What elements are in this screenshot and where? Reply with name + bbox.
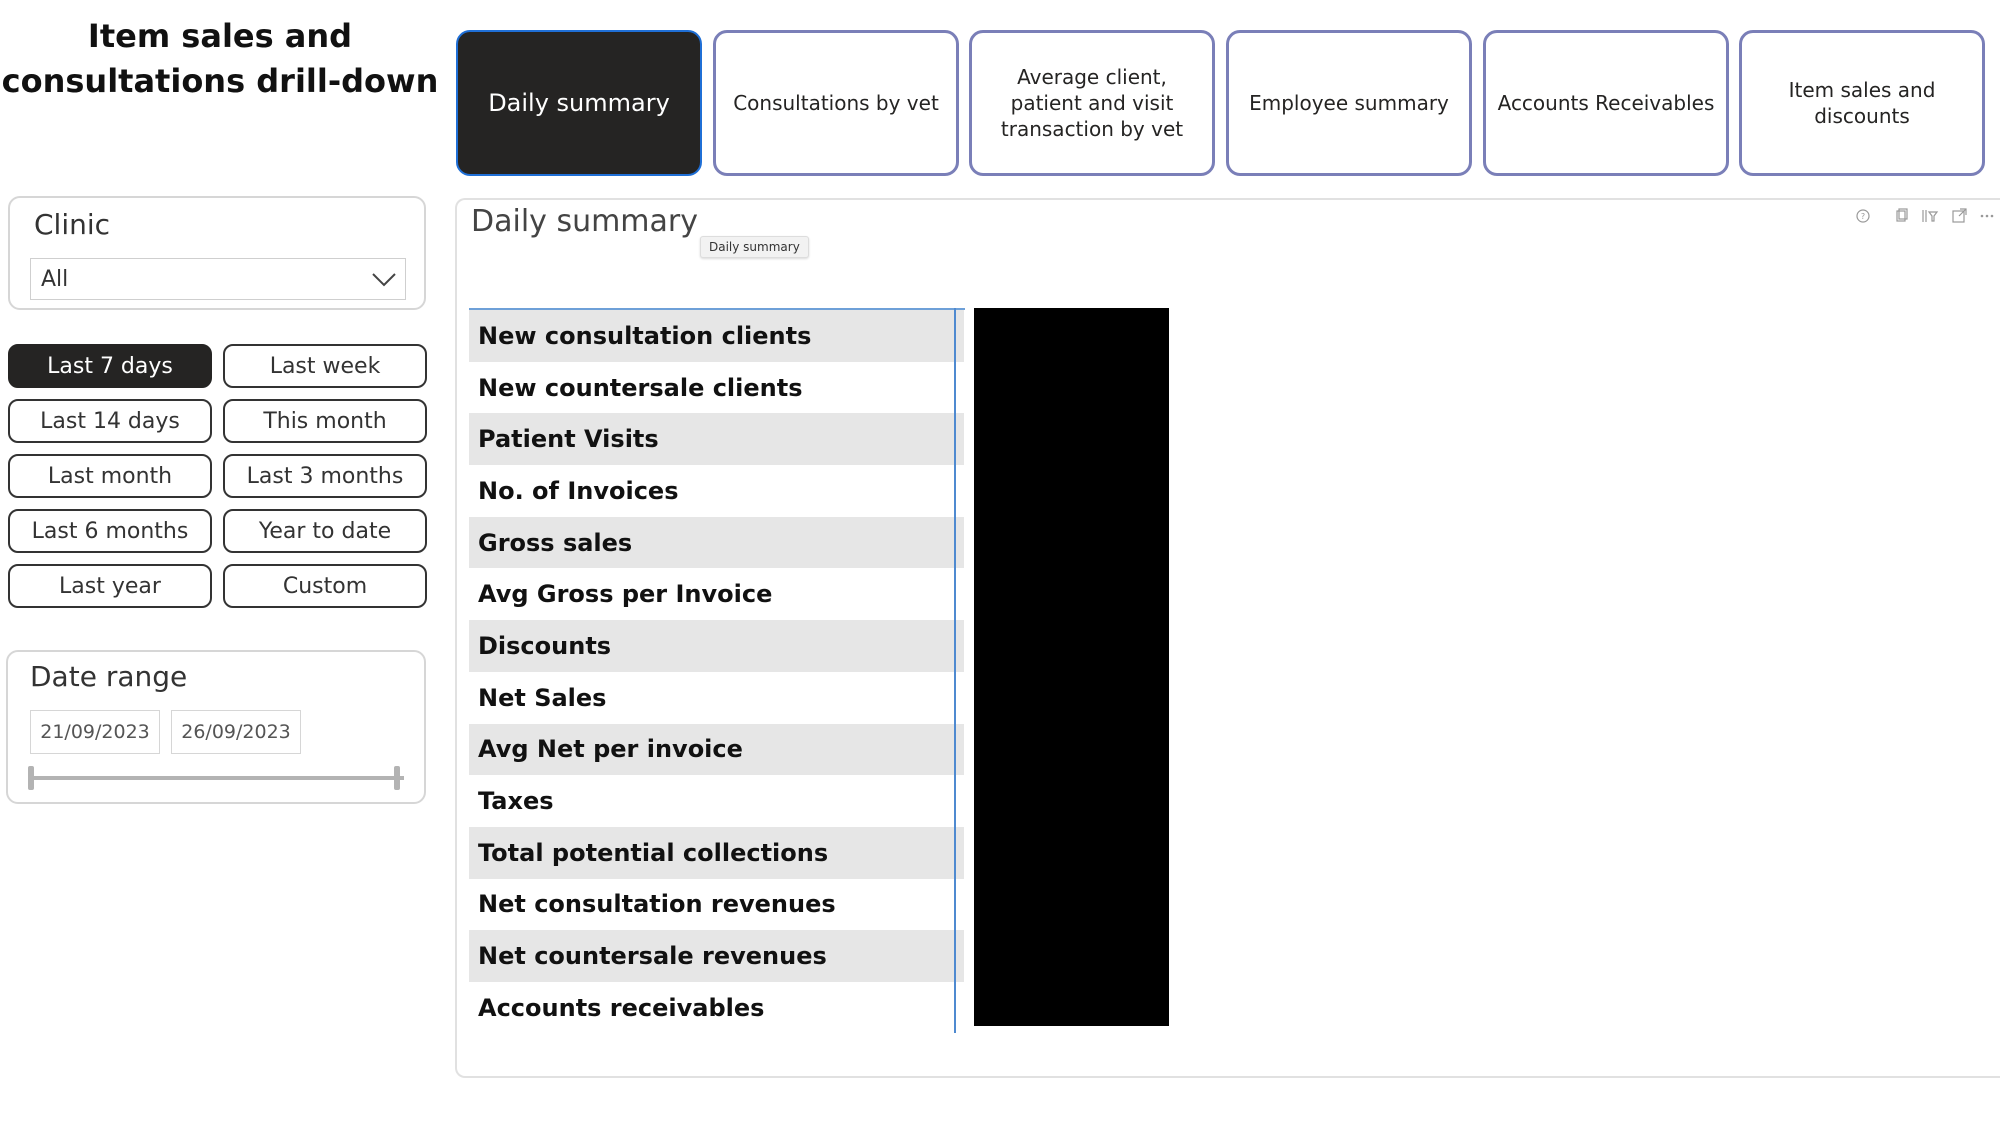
table-row: Avg Net per invoice xyxy=(469,723,964,776)
table-row: New consultation clients xyxy=(469,310,964,362)
table-row: Taxes xyxy=(478,787,554,816)
help-icon[interactable]: ? xyxy=(1853,206,1873,226)
period-this-month-button[interactable]: This month xyxy=(223,399,427,443)
period-last-14-days-button[interactable]: Last 14 days xyxy=(8,399,212,443)
focus-mode-icon[interactable] xyxy=(1949,206,1969,226)
table-row: Net Sales xyxy=(478,683,607,712)
period-custom-button[interactable]: Custom xyxy=(223,564,427,608)
period-last-year-button[interactable]: Last year xyxy=(8,564,212,608)
redacted-values-block xyxy=(974,308,1169,1026)
table-row: Accounts receivables xyxy=(478,993,765,1022)
table-row: Net consultation revenues xyxy=(478,890,836,919)
table-column-divider xyxy=(954,308,956,1033)
clinic-dropdown[interactable]: All xyxy=(30,258,406,300)
table-row: Patient Visits xyxy=(469,413,964,466)
period-last-6-months-button[interactable]: Last 6 months xyxy=(8,509,212,553)
tab-average-client-patient-visit[interactable]: Average client, patient and visit transa… xyxy=(969,30,1215,176)
copy-icon[interactable] xyxy=(1891,206,1911,226)
period-last-7-days-button[interactable]: Last 7 days xyxy=(8,344,212,388)
summary-table: New consultation clients New countersale… xyxy=(469,310,964,1034)
tab-daily-summary[interactable]: Daily summary xyxy=(456,30,702,176)
period-last-week-button[interactable]: Last week xyxy=(223,344,427,388)
period-year-to-date-button[interactable]: Year to date xyxy=(223,509,427,553)
clinic-selected-value: All xyxy=(41,267,69,292)
nav-tabs: Daily summary Consultations by vet Avera… xyxy=(456,30,1988,178)
clinic-slicer: Clinic All xyxy=(8,196,426,310)
table-row: Net countersale revenues xyxy=(469,930,964,982)
page-title: Item sales and consultations drill-down xyxy=(1,17,439,100)
table-row: Total potential collections xyxy=(469,826,964,879)
tab-employee-summary[interactable]: Employee summary xyxy=(1226,30,1472,176)
tab-item-sales-and-discounts[interactable]: Item sales and discounts xyxy=(1739,30,1985,176)
period-last-3-months-button[interactable]: Last 3 months xyxy=(223,454,427,498)
visual-tooltip: Daily summary xyxy=(700,236,809,258)
date-range-start-handle[interactable] xyxy=(28,766,34,790)
tab-consultations-by-vet[interactable]: Consultations by vet xyxy=(713,30,959,176)
date-range-slicer: Date range 21/09/2023 26/09/2023 xyxy=(6,650,426,804)
date-end-input[interactable]: 26/09/2023 xyxy=(171,710,301,754)
svg-text:?: ? xyxy=(1861,212,1865,221)
tab-accounts-receivables[interactable]: Accounts Receivables xyxy=(1483,30,1729,176)
date-range-end-handle[interactable] xyxy=(394,766,400,790)
table-row: No. of Invoices xyxy=(478,476,679,505)
date-range-slider-track[interactable] xyxy=(30,776,404,780)
visual-title: Daily summary xyxy=(471,204,699,239)
more-options-icon[interactable] xyxy=(1977,206,1997,226)
filter-icon[interactable] xyxy=(1919,206,1939,226)
table-row: New countersale clients xyxy=(478,373,803,402)
daily-summary-visual: Daily summary Daily summary ? New consul… xyxy=(455,198,2000,1078)
table-row: Discounts xyxy=(469,620,964,672)
period-last-month-button[interactable]: Last month xyxy=(8,454,212,498)
date-range-title: Date range xyxy=(30,660,188,693)
clinic-slicer-title: Clinic xyxy=(34,208,111,241)
chevron-down-icon xyxy=(369,265,399,297)
table-row: Avg Gross per Invoice xyxy=(478,580,773,609)
table-row: Gross sales xyxy=(469,516,964,569)
date-start-input[interactable]: 21/09/2023 xyxy=(30,710,160,754)
